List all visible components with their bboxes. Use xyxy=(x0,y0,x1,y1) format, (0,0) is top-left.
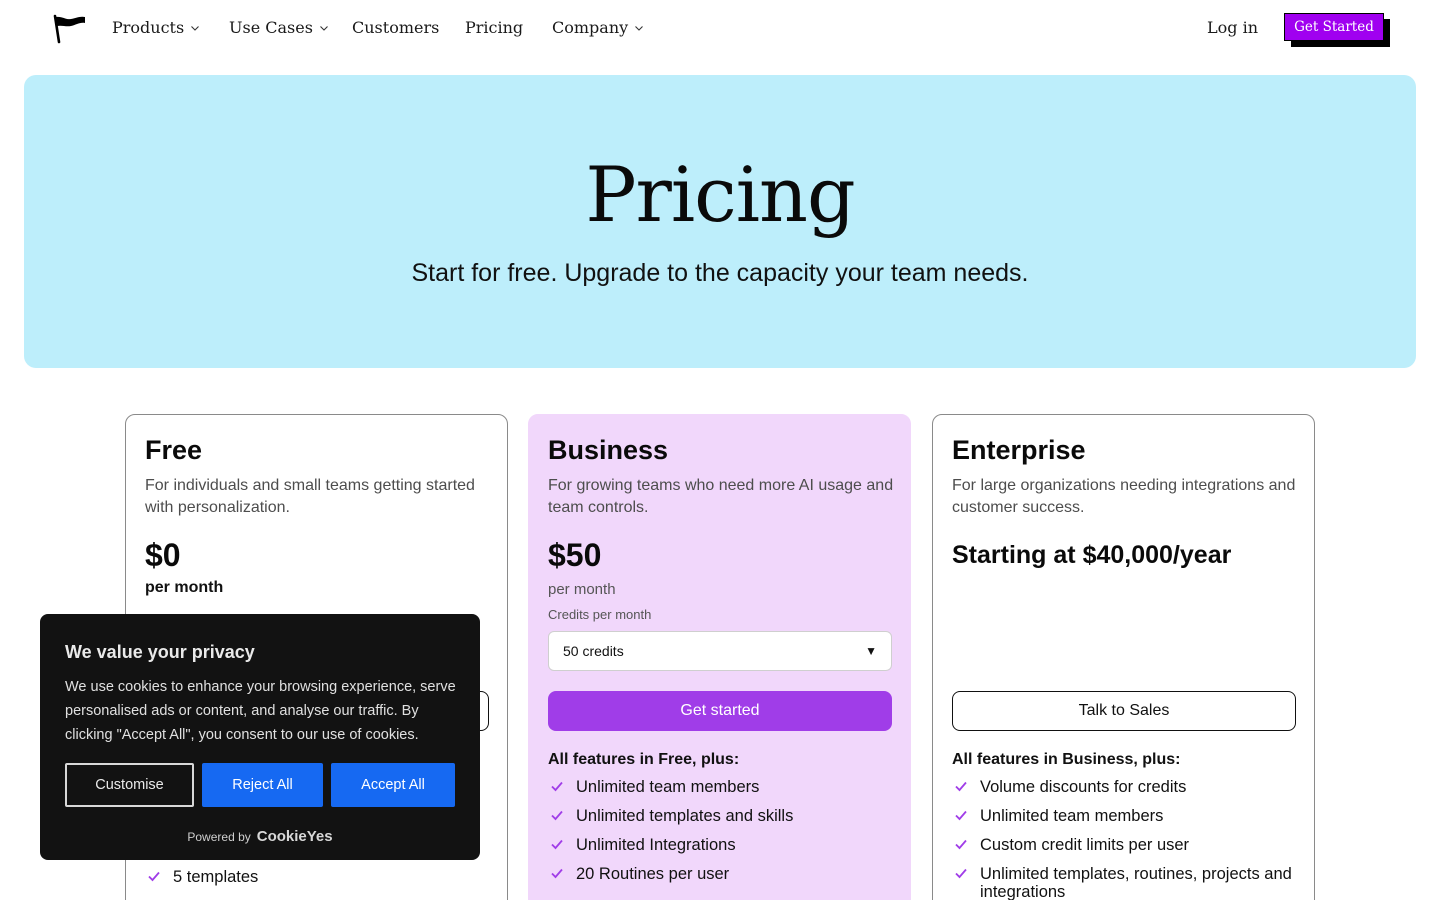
customise-button[interactable]: Customise xyxy=(65,763,194,807)
caret-down-icon: ▼ xyxy=(865,644,877,658)
feature-label: Unlimited templates and skills xyxy=(576,807,794,825)
list-item: Volume discounts for credits xyxy=(952,778,1302,796)
feature-label: Unlimited team members xyxy=(980,807,1164,825)
list-item: Unlimited team members xyxy=(952,807,1302,825)
get-started-nav-button[interactable]: Get Started xyxy=(1284,13,1384,41)
check-icon xyxy=(955,868,967,879)
check-icon xyxy=(551,868,563,879)
plan-card-business: Business For growing teams who need more… xyxy=(528,414,911,900)
check-icon xyxy=(955,810,967,821)
check-icon xyxy=(551,839,563,850)
nav-use-cases-label: Use Cases xyxy=(229,18,313,37)
feature-label: 5 templates xyxy=(173,868,259,886)
feature-label: 20 Routines per user xyxy=(576,865,730,883)
plan-price: $0 xyxy=(145,537,181,573)
list-item: Unlimited templates and skills xyxy=(548,807,898,825)
list-item: 5 templates xyxy=(145,868,495,886)
nav-customers[interactable]: Customers xyxy=(352,18,439,37)
feature-label: Unlimited Integrations xyxy=(576,836,736,854)
plan-period: per month xyxy=(548,581,616,598)
plan-description: For individuals and small teams getting … xyxy=(145,477,475,516)
plan-description: For large organizations needing integrat… xyxy=(952,477,1296,516)
plan-name: Enterprise xyxy=(952,435,1086,465)
talk-to-sales-button[interactable]: Talk to Sales xyxy=(952,691,1296,731)
feature-list: 5 templates xyxy=(145,868,495,897)
nav-company-label: Company xyxy=(552,18,629,37)
chevron-down-icon xyxy=(635,25,644,31)
list-item: Custom credit limits per user xyxy=(952,836,1302,854)
plan-name: Business xyxy=(548,435,669,465)
get-started-button[interactable]: Get started xyxy=(548,691,892,731)
list-item: Unlimited Integrations xyxy=(548,836,898,854)
list-item: Unlimited templates, routines, projects … xyxy=(952,865,1302,900)
accept-all-button[interactable]: Accept All xyxy=(331,763,455,807)
powered-by: Powered by CookieYes xyxy=(40,828,480,845)
list-item: Unlimited team members xyxy=(548,778,898,796)
page-subtitle: Start for free. Upgrade to the capacity … xyxy=(411,259,1029,287)
nav-customers-label: Customers xyxy=(352,18,440,37)
nav-pricing-label: Pricing xyxy=(465,18,524,37)
powered-by-label: Powered by xyxy=(187,829,251,844)
plan-name: Free xyxy=(145,435,203,465)
features-heading: All features in Business, plus: xyxy=(952,751,1181,768)
flag-icon[interactable] xyxy=(52,14,88,44)
top-nav: Products Use Cases Customers Pricing Com… xyxy=(0,0,1440,60)
credits-select-value: 50 credits xyxy=(563,643,624,659)
cookieyes-logo[interactable]: CookieYes xyxy=(257,828,333,845)
nav-company[interactable]: Company xyxy=(552,18,644,37)
check-icon xyxy=(955,839,967,850)
page-title: Pricing xyxy=(585,150,855,239)
nav-use-cases[interactable]: Use Cases xyxy=(229,18,329,37)
plan-period: per month xyxy=(145,579,224,596)
plan-price: Starting at $40,000/year xyxy=(952,541,1232,569)
plan-card-enterprise: Enterprise For large organizations needi… xyxy=(932,414,1315,900)
list-item: 20 Routines per user xyxy=(548,865,898,883)
cookie-consent-banner: We value your privacy We use cookies to … xyxy=(40,614,480,860)
chevron-down-icon xyxy=(320,25,328,31)
get-started-nav-wrap: Get Started xyxy=(1284,13,1390,47)
login-link[interactable]: Log in xyxy=(1207,18,1258,37)
check-icon xyxy=(148,871,160,882)
cookie-title: We value your privacy xyxy=(65,642,255,662)
cookie-text: We use cookies to enhance your browsing … xyxy=(65,679,456,743)
feature-list: Unlimited team members Unlimited templat… xyxy=(548,778,898,894)
plan-description: For growing teams who need more AI usage… xyxy=(548,477,894,516)
feature-list: Volume discounts for credits Unlimited t… xyxy=(952,778,1302,900)
chevron-down-icon xyxy=(191,25,200,31)
nav-products[interactable]: Products xyxy=(112,18,200,37)
features-heading: All features in Free, plus: xyxy=(548,751,740,768)
check-icon xyxy=(551,781,563,792)
reject-all-button[interactable]: Reject All xyxy=(202,763,323,807)
feature-label: Custom credit limits per user xyxy=(980,836,1190,854)
check-icon xyxy=(551,810,563,821)
feature-label: Volume discounts for credits xyxy=(980,778,1187,796)
feature-label: Unlimited team members xyxy=(576,778,760,796)
credits-label: Credits per month xyxy=(548,607,652,622)
nav-pricing[interactable]: Pricing xyxy=(465,18,523,37)
feature-label: Unlimited templates, routines, projects … xyxy=(980,865,1292,900)
hero-banner: Pricing Start for free. Upgrade to the c… xyxy=(24,75,1416,368)
credits-select[interactable]: 50 credits ▼ xyxy=(548,631,892,671)
nav-products-label: Products xyxy=(112,18,185,37)
check-icon xyxy=(955,781,967,792)
plan-price: $50 xyxy=(548,537,602,573)
